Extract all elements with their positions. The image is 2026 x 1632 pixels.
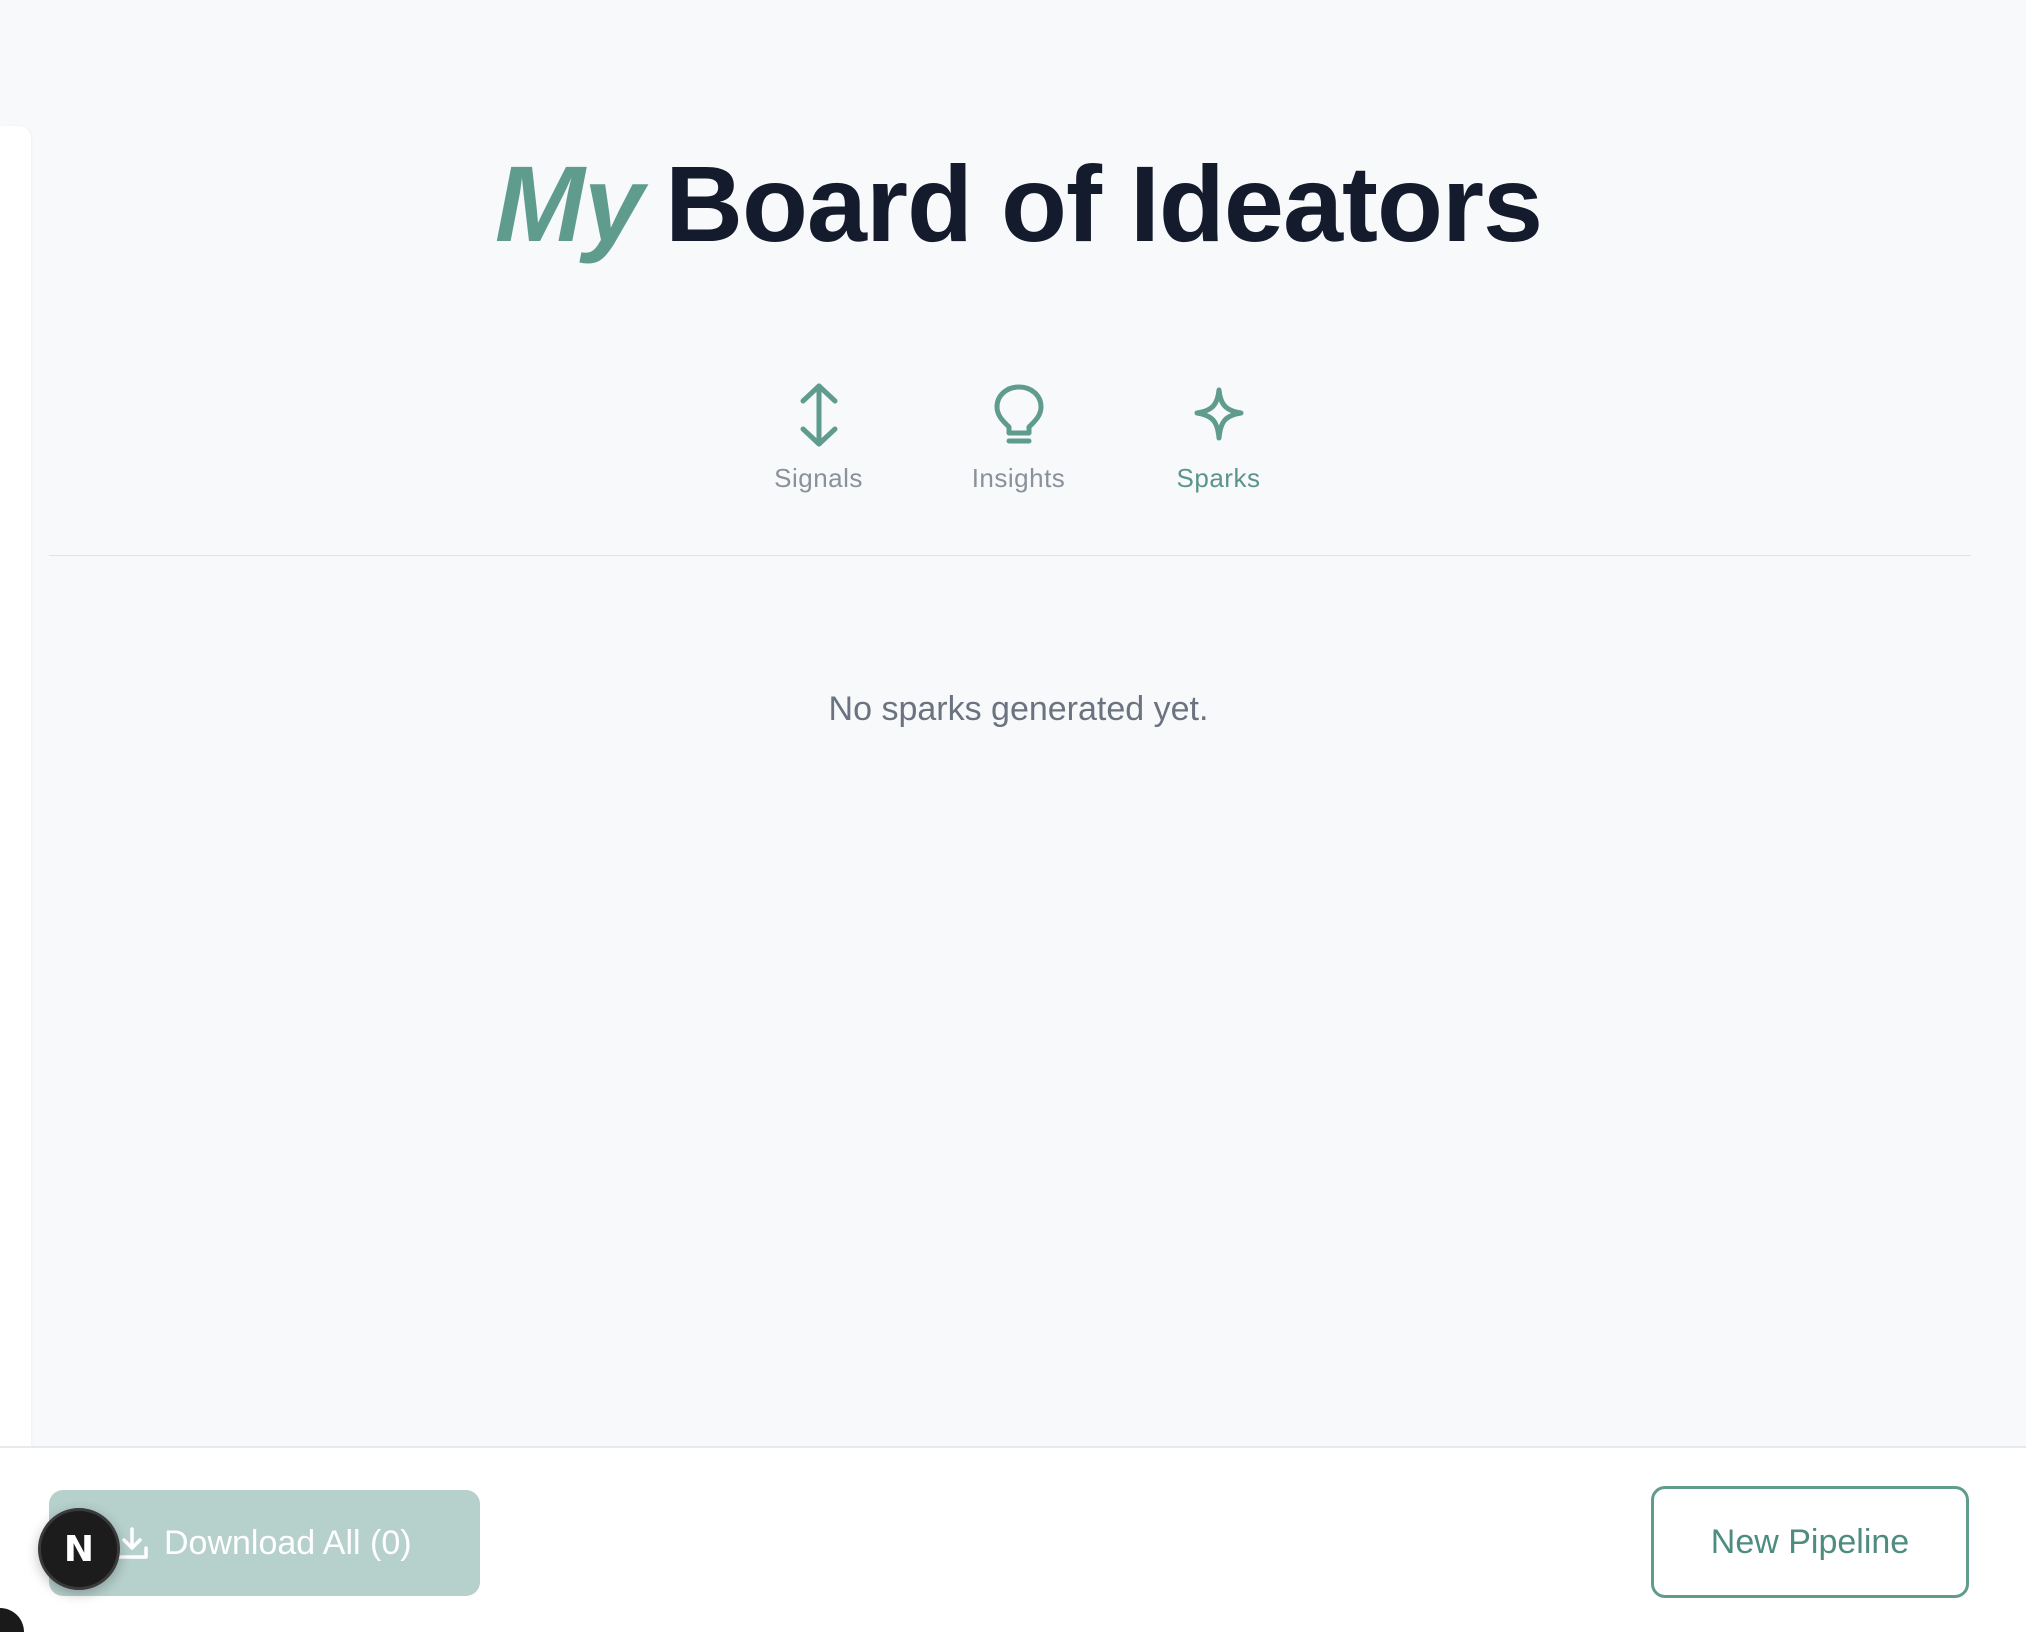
tab-insights-label: Insights <box>971 463 1066 493</box>
download-icon <box>115 1526 149 1563</box>
dev-tools-badge[interactable]: N <box>38 1508 120 1590</box>
lightbulb-icon <box>992 380 1046 450</box>
page-title-accent: My <box>494 143 644 264</box>
tab-insights[interactable]: Insights <box>919 380 1119 494</box>
tab-signals[interactable]: Signals <box>719 380 919 494</box>
tab-signals-label: Signals <box>774 463 863 493</box>
vertical-arrows-icon <box>797 380 841 450</box>
main-content: My Board of Ideators Signals Insights Sp… <box>31 0 2026 1446</box>
tab-sparks[interactable]: Sparks <box>1119 380 1319 494</box>
download-all-label: Download All (0) <box>164 1523 412 1562</box>
dev-tools-badge-letter: N <box>63 1528 95 1570</box>
sparkle-icon <box>1193 380 1245 450</box>
new-pipeline-button[interactable]: New Pipeline <box>1651 1486 1969 1598</box>
footer-bar: Download All (0) New Pipeline <box>0 1446 2026 1632</box>
side-panel-edge <box>0 126 31 1446</box>
tab-sparks-label: Sparks <box>1176 463 1261 493</box>
page-title: My Board of Ideators <box>31 150 2026 258</box>
empty-state-message: No sparks generated yet. <box>828 690 1209 728</box>
page-title-main: Board of Ideators <box>664 143 1543 264</box>
tab-bar: Signals Insights Sparks <box>31 380 2026 494</box>
tabs-divider <box>49 555 1971 556</box>
